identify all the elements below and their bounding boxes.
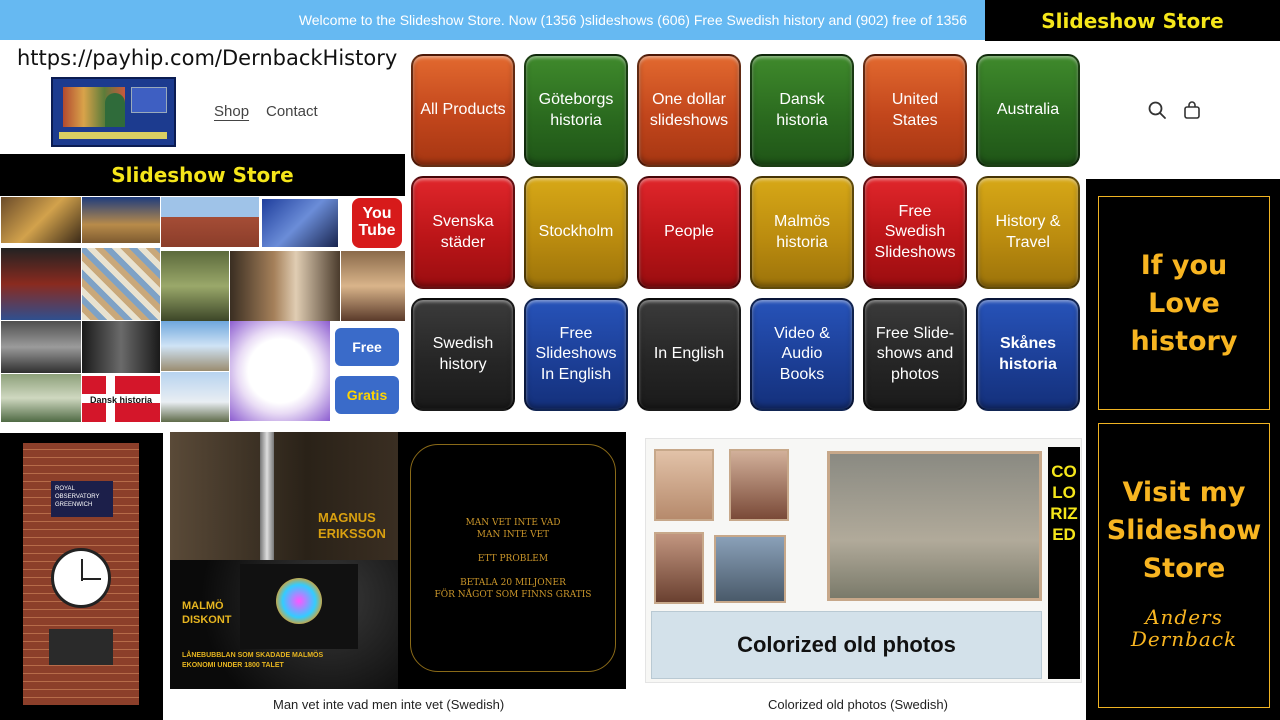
category-tile[interactable]: Australia [976,54,1080,167]
category-tile[interactable]: Free Swedish Slideshows [863,176,967,289]
product-caption-1[interactable]: Man vet inte vad men inte vet (Swedish) [273,697,504,712]
gratis-button[interactable]: Gratis [335,376,399,414]
thumb-city[interactable] [1,321,81,373]
category-tile[interactable]: Free Slide-shows and photos [863,298,967,411]
product-caption-2[interactable]: Colorized old photos (Swedish) [768,697,948,712]
observatory-sign: ROYAL OBSERVATORY GREENWICH [51,481,113,517]
category-tile[interactable]: People [637,176,741,289]
thumb-map[interactable] [82,248,160,320]
thumb-dansk[interactable]: Dansk historia [82,376,160,422]
thumb-viking[interactable] [341,251,405,321]
category-tile[interactable]: Svenska städer [411,176,515,289]
thumb-portraits[interactable] [230,251,340,321]
category-tile[interactable]: Video & Audio Books [750,298,854,411]
clock-icon [51,548,111,608]
thumbnail-collage: You Tube Free Gratis Dansk historia [0,196,405,424]
colorized-horse-photo [827,451,1042,601]
thumb-war[interactable] [1,248,81,320]
youtube-icon[interactable]: You Tube [352,198,402,248]
category-tile[interactable]: United States [863,54,967,167]
store-url[interactable]: https://payhip.com/DernbackHistory [17,46,397,70]
product-card-2[interactable]: Colorized old photos COLORIZED [645,438,1082,683]
category-tile[interactable]: All Products [411,54,515,167]
visit-store-box[interactable]: Visit my Slideshow Store Anders Dernback [1098,423,1270,708]
malmo-subtitle: LÅNEBUBBLAN SOM SKADADE MALMÖS EKONOMI UN… [182,652,324,669]
category-tile[interactable]: History & Travel [976,176,1080,289]
bag-icon[interactable] [1182,100,1202,120]
thumb-coin[interactable] [1,197,81,243]
nav-shop-link[interactable]: Shop [214,103,249,120]
thumb-banner[interactable] [82,197,160,243]
category-tile[interactable]: Stockholm [524,176,628,289]
category-tile[interactable]: Skånes historia [976,298,1080,411]
category-tile[interactable]: In English [637,298,741,411]
store-logo[interactable] [51,77,176,147]
magnus-title: MAGNUS ERIKSSON [318,510,386,541]
thumb-flag[interactable] [161,251,229,321]
store-label-top: Slideshow Store [985,0,1280,41]
thumb-dollar[interactable] [1,374,81,422]
thumb-gift[interactable] [230,321,330,421]
thumb-presidents[interactable] [82,321,160,373]
malmo-title: MALMÖ DISKONT [182,600,232,626]
free-button[interactable]: Free [335,328,399,366]
nav-contact-link[interactable]: Contact [266,103,318,120]
category-tile[interactable]: Malmös historia [750,176,854,289]
category-tile[interactable]: Dansk historia [750,54,854,167]
welcome-banner: Welcome to the Slideshow Store. Now (135… [0,0,985,40]
quote-panel: MAN VET INTE VAD MAN INTE VET ETT PROBLE… [410,444,616,672]
welcome-banner-text: Welcome to the Slideshow Store. Now (135… [298,12,967,28]
colorized-title: Colorized old photos [651,611,1042,679]
thumb-pier[interactable] [161,321,229,371]
category-tile[interactable]: Swedish history [411,298,515,411]
thumb-express[interactable] [262,199,338,247]
love-history-box: If you Love history [1098,196,1270,410]
product-card-1[interactable]: MAGNUS ERIKSSON MALMÖ DISKONT LÅNEBUBBLAN … [170,432,626,689]
category-tile[interactable]: Free Slideshows In English [524,298,628,411]
category-tile[interactable]: One dollar slideshows [637,54,741,167]
category-tile[interactable]: Göteborgs historia [524,54,628,167]
author-signature: Anders Dernback [1130,605,1238,651]
page: Welcome to the Slideshow Store. Now (135… [0,0,1280,720]
thumb-castle[interactable] [161,197,259,247]
bubble-icon [276,578,322,624]
thumb-statue[interactable] [161,372,229,422]
store-label-collage: Slideshow Store [0,154,405,196]
sword-icon [260,432,274,560]
search-icon[interactable] [1147,100,1167,120]
greenwich-clock-photo: ROYAL OBSERVATORY GREENWICH [0,433,163,720]
colorized-vertical-label: COLORIZED [1048,447,1080,679]
